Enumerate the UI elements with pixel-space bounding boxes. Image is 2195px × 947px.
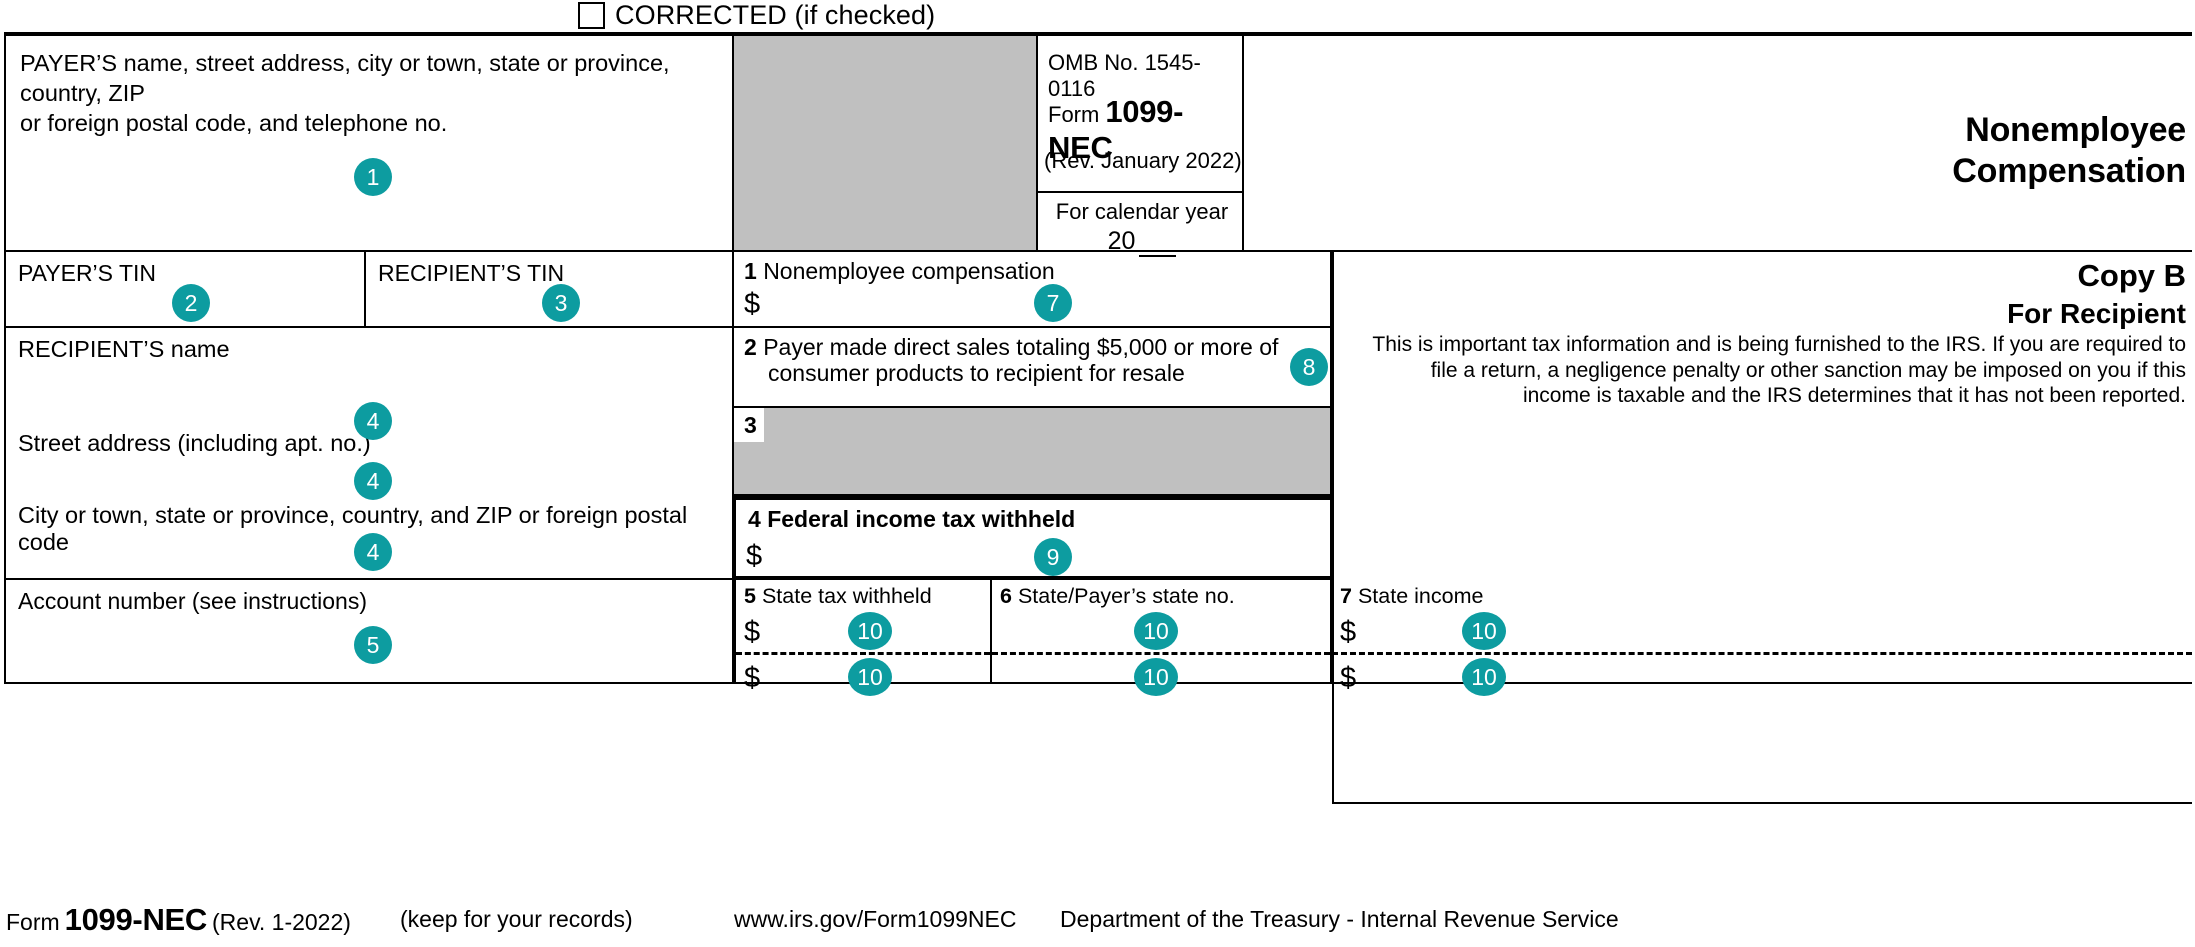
footer-form-word: Form (6, 909, 60, 935)
form-title-box: Nonemployee Compensation (1244, 36, 2192, 252)
box-7-header: 7 State income (1340, 584, 2184, 609)
box-3-number: 3 (734, 408, 764, 442)
callout-marker-2: 2 (172, 284, 210, 322)
footer-form-designation: Form 1099-NEC (Rev. 1-2022) (6, 902, 351, 938)
box-7-state-income[interactable]: 7 State income $ 10 $ 10 (1332, 580, 2192, 696)
box-1-currency-symbol: $ (744, 288, 761, 320)
payer-tin-label: PAYER’S TIN (18, 260, 157, 286)
box-4-label: Federal income tax withheld (767, 506, 1076, 532)
shaded-area-top (734, 36, 1036, 252)
recipient-tin-label: RECIPIENT’S TIN (378, 260, 565, 286)
box-1-nonemployee-compensation[interactable]: 1 Nonemployee compensation $ 7 (734, 252, 1332, 328)
box-5-label: State tax withheld (761, 584, 932, 608)
form-footer: Form 1099-NEC (Rev. 1-2022) (keep for your… (4, 896, 2192, 946)
box-2-direct-sales[interactable]: 2 Payer made direct sales totaling $5,00… (734, 328, 1332, 408)
callout-marker-4-city: 4 (354, 533, 392, 571)
box-3-shaded: 3 (734, 408, 1332, 496)
box-5-state-tax-withheld[interactable]: 5 State tax withheld $ 10 $ 10 (734, 580, 992, 696)
callout-marker-8: 8 (1290, 348, 1328, 386)
box-7-currency-top: $ (1340, 616, 1357, 648)
form-title: Nonemployee Compensation (1626, 110, 2186, 192)
corrected-checkbox[interactable] (578, 2, 605, 29)
form-title-line2: Compensation (1952, 152, 2186, 190)
box-6-divider (992, 652, 1330, 655)
box-6-state-payer-state-no[interactable]: 6 State/Payer’s state no. 10 10 (992, 580, 1332, 696)
box-5-number: 5 (744, 584, 756, 608)
account-number-box[interactable]: Account number (see instructions) 5 (4, 580, 734, 684)
omb-box: OMB No. 1545-0116 Form 1099-NEC (Rev. Jan… (1036, 36, 1244, 193)
form-sheet: PAYER’S name, street address, city or to… (4, 32, 2192, 892)
payer-tin-box[interactable]: PAYER’S TIN 2 (4, 252, 366, 328)
box-4-federal-income-tax-withheld[interactable]: 4 Federal income tax withheld $ 9 (732, 496, 1334, 580)
box-1-label: Nonemployee compensation (763, 258, 1055, 284)
box-5-currency-bottom: $ (744, 662, 761, 694)
box-2-label-line1: Payer made direct sales totaling $5,000 … (763, 334, 1279, 360)
account-number-label: Account number (see instructions) (18, 588, 367, 614)
callout-marker-9: 9 (1034, 538, 1072, 576)
recipient-address-box[interactable]: RECIPIENT’S name 4 Street address (inclu… (4, 328, 734, 580)
form-title-line1: Nonemployee (1965, 111, 2186, 149)
callout-marker-7: 7 (1034, 284, 1072, 322)
box-7-number: 7 (1340, 584, 1352, 608)
box-5-header: 5 State tax withheld (744, 584, 982, 609)
box-1-header: 1 Nonemployee compensation (744, 258, 1320, 284)
box-2-header: 2 Payer made direct sales totaling $5,00… (744, 334, 1320, 360)
recipient-tin-box[interactable]: RECIPIENT’S TIN 3 (366, 252, 734, 328)
box-4-currency-symbol: $ (746, 540, 763, 572)
callout-marker-10-box7-bottom: 10 (1462, 658, 1506, 696)
calendar-year-label: For calendar year (1055, 199, 1229, 224)
box-4-header: 4 Federal income tax withheld (748, 506, 1075, 533)
callout-marker-3: 3 (542, 284, 580, 322)
callout-marker-10-box5-top: 10 (848, 612, 892, 650)
street-address-label: Street address (including apt. no.) (18, 430, 371, 456)
box-7-currency-bottom: $ (1340, 662, 1357, 694)
box-7-divider (1332, 652, 2192, 655)
corrected-row: CORRECTED (if checked) (0, 0, 2195, 33)
footer-department: Department of the Treasury - Internal Re… (1060, 906, 1619, 932)
form-revision: (Rev. January 2022) (1044, 148, 1242, 173)
footer-keep-note: (keep for your records) (400, 906, 633, 932)
form-word: Form (1048, 102, 1100, 127)
box-6-label: State/Payer’s state no. (1017, 584, 1235, 608)
copy-b-title: Copy B (2077, 258, 2187, 293)
copy-b-instructions-box: Copy B For Recipient This is important t… (1332, 252, 2192, 804)
box-4-number: 4 (748, 506, 761, 532)
copy-b-body-text: This is important tax information and is… (1372, 333, 2186, 407)
copy-b-subtitle: For Recipient (2007, 298, 2186, 329)
box-7-label: State income (1357, 584, 1484, 608)
footer-form-number: 1099-NEC (64, 902, 208, 937)
callout-marker-10-box5-bottom: 10 (848, 658, 892, 696)
box-6-number: 6 (1000, 584, 1012, 608)
footer-form-revision: (Rev. 1-2022) (212, 909, 351, 935)
callout-marker-10-box7-top: 10 (1462, 612, 1506, 650)
box-2-label-line2: consumer products to recipient for resal… (768, 360, 1185, 386)
payer-label-line1: PAYER’S name, street address, city or to… (20, 50, 670, 106)
box-5-currency-top: $ (744, 616, 761, 648)
payer-label-line2: or foreign postal code, and telephone no… (20, 110, 448, 136)
callout-marker-1: 1 (354, 158, 392, 196)
payer-info-box[interactable]: PAYER’S name, street address, city or to… (4, 36, 734, 252)
box-6-header: 6 State/Payer’s state no. (1000, 584, 1322, 609)
callout-marker-4-name: 4 (354, 402, 392, 440)
corrected-label: CORRECTED (if checked) (615, 0, 936, 30)
box-5-divider (736, 652, 990, 655)
calendar-year-box[interactable]: For calendar year 20 (1036, 193, 1244, 257)
recipient-name-label: RECIPIENT’S name (18, 336, 230, 362)
callout-marker-5: 5 (354, 626, 392, 664)
callout-marker-10-box6-bottom: 10 (1134, 658, 1178, 696)
box-1-number: 1 (744, 258, 757, 284)
box-2-number: 2 (744, 334, 757, 360)
callout-marker-10-box6-top: 10 (1134, 612, 1178, 650)
footer-irs-url[interactable]: www.irs.gov/Form1099NEC (734, 906, 1016, 933)
calendar-year-prefix: 20 (1107, 227, 1136, 255)
form-1099-nec: CORRECTED (if checked) PAYER’S name, str… (0, 0, 2195, 947)
callout-marker-4-street: 4 (354, 462, 392, 500)
